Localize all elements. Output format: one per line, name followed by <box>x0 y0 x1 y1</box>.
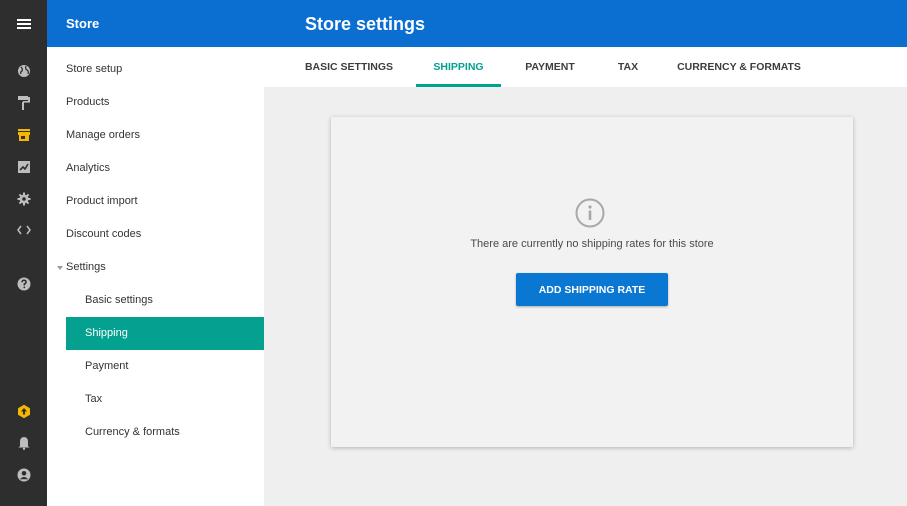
sidebar-item-basic-settings[interactable]: Basic settings <box>47 284 264 317</box>
sidebar-item-settings[interactable]: Settings <box>47 251 264 284</box>
tab-basic-settings[interactable]: BASIC SETTINGS <box>294 47 404 87</box>
rail-account-button[interactable] <box>0 459 47 491</box>
shipping-rates-card: There are currently no shipping rates fo… <box>331 117 853 447</box>
sidebar-item-payment[interactable]: Payment <box>47 350 264 383</box>
paint-roller-icon <box>17 96 30 110</box>
gear-icon <box>17 192 30 206</box>
rail-help-button[interactable] <box>0 268 47 300</box>
add-shipping-rate-button[interactable]: ADD SHIPPING RATE <box>516 273 668 306</box>
rail-store-button[interactable] <box>0 119 47 151</box>
sidebar-item-shipping[interactable]: Shipping <box>66 317 264 350</box>
sidebar-item-analytics[interactable]: Analytics <box>47 152 264 185</box>
tab-payment[interactable]: PAYMENT <box>519 47 581 87</box>
tab-currency-formats[interactable]: CURRENCY & FORMATS <box>674 47 804 87</box>
sidebar-item-tax[interactable]: Tax <box>47 383 264 416</box>
rail-settings-button[interactable] <box>0 183 47 215</box>
menu-icon <box>16 19 31 29</box>
store-label: Store <box>66 16 100 31</box>
sidebar-item-currency-formats[interactable]: Currency & formats <box>47 416 264 449</box>
sidebar-item-discount-codes[interactable]: Discount codes <box>47 218 264 251</box>
main-content: BASIC SETTINGS SHIPPING PAYMENT TAX CURR… <box>264 47 907 506</box>
bell-icon <box>18 437 29 450</box>
empty-state-message: There are currently no shipping rates fo… <box>470 238 714 250</box>
help-icon <box>17 277 30 291</box>
settings-tabs: BASIC SETTINGS SHIPPING PAYMENT TAX CURR… <box>264 47 907 87</box>
chevron-down-icon <box>57 266 63 270</box>
chart-icon <box>17 161 30 173</box>
tab-tax[interactable]: TAX <box>610 47 646 87</box>
sidebar-nav: Store setup Products Manage orders Analy… <box>47 47 264 506</box>
sidebar-item-store-setup[interactable]: Store setup <box>47 53 264 86</box>
page-title: Store settings <box>305 14 426 34</box>
rail-design-button[interactable] <box>0 87 47 119</box>
info-icon <box>575 198 605 228</box>
code-icon <box>16 225 31 235</box>
upgrade-icon <box>17 404 30 418</box>
sidebar-item-settings-label: Settings <box>66 261 106 273</box>
sidebar-item-products[interactable]: Products <box>47 86 264 119</box>
menu-button[interactable] <box>0 10 47 38</box>
store-icon <box>17 129 30 141</box>
sidebar-item-manage-orders[interactable]: Manage orders <box>47 119 264 152</box>
tab-shipping[interactable]: SHIPPING <box>416 47 501 87</box>
globe-icon <box>17 65 30 77</box>
rail-upgrade-button[interactable] <box>0 395 47 427</box>
icon-rail <box>0 0 47 506</box>
account-icon <box>17 468 30 482</box>
rail-globe-button[interactable] <box>0 55 47 87</box>
sidebar-item-product-import[interactable]: Product import <box>47 185 264 218</box>
rail-code-button[interactable] <box>0 214 47 246</box>
rail-analytics-button[interactable] <box>0 151 47 183</box>
app-header: Store Store settings <box>47 0 907 47</box>
rail-notifications-button[interactable] <box>0 427 47 459</box>
